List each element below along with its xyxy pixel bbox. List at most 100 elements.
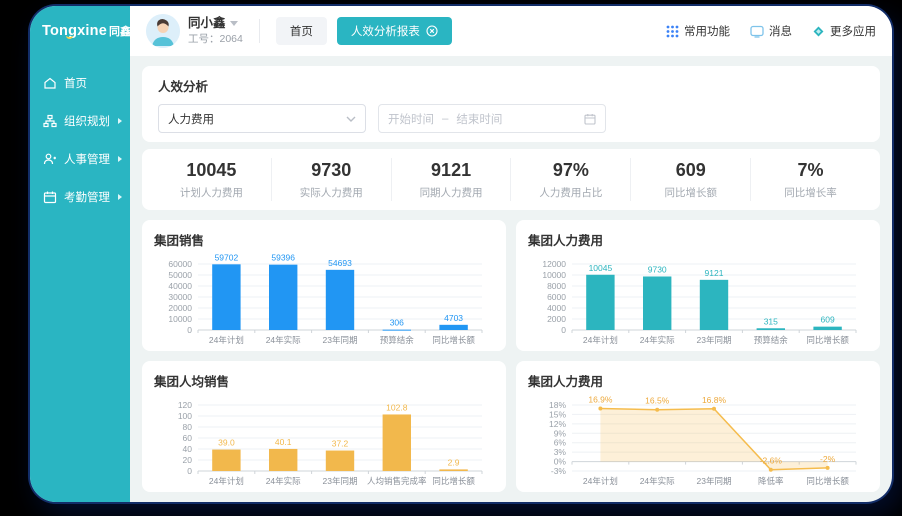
user-employee-id: 工号：2064 <box>188 33 243 46</box>
chart-title: 集团人均销售 <box>154 371 494 390</box>
stat-value: 10045 <box>152 160 271 181</box>
filter-row: 人力费用 开始时间 – 结束时间 <box>158 104 864 133</box>
svg-text:59702: 59702 <box>215 252 239 262</box>
svg-text:37.2: 37.2 <box>332 439 349 449</box>
user-name-row[interactable]: 同小鑫 <box>188 16 243 32</box>
tab-home[interactable]: 首页 <box>276 17 327 45</box>
stat-hr-cost-ratio: 97% 人力费用占比 <box>511 158 631 201</box>
stat-value: 7% <box>751 160 870 181</box>
svg-text:-2.6%: -2.6% <box>760 456 783 466</box>
svg-text:24年实际: 24年实际 <box>640 335 675 345</box>
chevron-down-icon <box>346 116 356 122</box>
svg-text:-2%: -2% <box>820 454 836 464</box>
svg-text:20000: 20000 <box>168 303 192 313</box>
svg-text:4000: 4000 <box>547 303 566 313</box>
svg-text:2.9: 2.9 <box>448 457 460 467</box>
svg-text:0: 0 <box>561 325 566 335</box>
svg-text:6000: 6000 <box>547 292 566 302</box>
tab-efficiency-report[interactable]: 人效分析报表 <box>337 17 452 45</box>
svg-text:人均销售完成率: 人均销售完成率 <box>367 476 427 486</box>
more-apps-button[interactable]: 更多应用 <box>812 23 876 39</box>
calendar-icon <box>43 190 57 204</box>
user-info: 同小鑫 工号：2064 <box>188 16 243 47</box>
avatar[interactable] <box>146 14 180 48</box>
user-name: 同小鑫 <box>188 16 226 32</box>
per-capita-sales-bar-chart[interactable]: 02040608010012024年计划24年实际23年同期人均销售完成率同比增… <box>154 390 494 488</box>
sidebar-item-hr-management[interactable]: 人事管理 <box>30 140 130 178</box>
svg-text:16.5%: 16.5% <box>645 396 670 406</box>
panel-title: 人效分析 <box>158 76 864 95</box>
svg-text:120: 120 <box>178 400 192 410</box>
svg-text:16.9%: 16.9% <box>588 394 613 404</box>
stat-actual-hr-cost: 9730 实际人力费用 <box>272 158 392 201</box>
svg-text:24年实际: 24年实际 <box>266 476 301 486</box>
svg-text:40: 40 <box>183 444 193 454</box>
action-label: 消息 <box>769 23 792 39</box>
chevron-right-icon <box>118 118 122 124</box>
stat-label: 实际人力费用 <box>272 185 391 200</box>
sidebar-item-attendance[interactable]: 考勤管理 <box>30 178 130 216</box>
chart-panel-per-capita-sales: 集团人均销售 02040608010012024年计划24年实际23年同期人均销… <box>142 361 506 492</box>
svg-text:3%: 3% <box>554 447 567 457</box>
chart-panel-hr-cost-rate: 集团人力费用 -3%0%3%6%9%12%15%18%24年计划24年实际23年… <box>516 361 880 492</box>
svg-text:102.8: 102.8 <box>386 402 408 412</box>
chart-title: 集团人力费用 <box>528 371 868 390</box>
sidebar-item-org-planning[interactable]: 组织规划 <box>30 102 130 140</box>
stat-value: 9730 <box>272 160 391 181</box>
close-icon[interactable] <box>426 25 438 37</box>
metric-select[interactable]: 人力费用 <box>158 104 366 133</box>
svg-text:预算结余: 预算结余 <box>380 335 415 345</box>
chart-title: 集团销售 <box>154 230 494 249</box>
logo-smile-mark <box>66 32 73 39</box>
svg-text:预算结余: 预算结余 <box>754 335 789 345</box>
end-date-placeholder: 结束时间 <box>456 111 502 127</box>
brand-logo: Tongxine同鑫 <box>30 6 130 54</box>
svg-text:20: 20 <box>183 455 193 465</box>
date-range-input[interactable]: 开始时间 – 结束时间 <box>378 104 606 133</box>
svg-text:50000: 50000 <box>168 270 192 280</box>
stat-value: 9121 <box>392 160 511 181</box>
tab-label: 人效分析报表 <box>351 23 420 39</box>
hr-cost-rate-line-chart[interactable]: -3%0%3%6%9%12%15%18%24年计划24年实际23年同期降低率同比… <box>528 390 868 488</box>
content-area: 人效分析 人力费用 开始时间 – 结束时间 10045 <box>130 56 892 502</box>
svg-text:24年计划: 24年计划 <box>209 335 244 345</box>
svg-text:同比增长额: 同比增长额 <box>806 476 849 486</box>
svg-text:降低率: 降低率 <box>758 476 784 486</box>
sidebar-item-home[interactable]: 首页 <box>30 64 130 102</box>
svg-text:同比增长额: 同比增长额 <box>432 476 475 486</box>
svg-text:8000: 8000 <box>547 281 566 291</box>
calendar-icon <box>584 113 596 125</box>
stat-value: 97% <box>511 160 630 181</box>
start-date-placeholder: 开始时间 <box>388 111 434 127</box>
stat-label: 同比增长率 <box>751 185 870 200</box>
svg-text:306: 306 <box>390 318 404 328</box>
sidebar-item-label: 人事管理 <box>64 151 110 167</box>
svg-text:同比增长额: 同比增长额 <box>432 335 475 345</box>
svg-text:2000: 2000 <box>547 314 566 324</box>
stat-label: 人力费用占比 <box>511 185 630 200</box>
svg-text:0: 0 <box>187 466 192 476</box>
svg-text:6%: 6% <box>554 438 567 448</box>
sidebar-item-label: 组织规划 <box>64 113 110 129</box>
svg-text:10000: 10000 <box>168 314 192 324</box>
group-hr-cost-bar-chart[interactable]: 02000400060008000100001200024年计划24年实际23年… <box>528 249 868 347</box>
metric-select-value: 人力费用 <box>168 111 214 127</box>
svg-text:10045: 10045 <box>589 263 613 273</box>
stat-label: 同比增长额 <box>631 185 750 200</box>
action-label: 常用功能 <box>684 23 730 39</box>
svg-text:同比增长额: 同比增长额 <box>806 335 849 345</box>
stat-planned-hr-cost: 10045 计划人力费用 <box>152 158 272 201</box>
svg-text:24年计划: 24年计划 <box>583 335 618 345</box>
svg-text:12000: 12000 <box>542 259 566 269</box>
chart-panel-group-hr-cost: 集团人力费用 02000400060008000100001200024年计划2… <box>516 220 880 351</box>
common-functions-button[interactable]: 常用功能 <box>666 23 730 39</box>
svg-text:60: 60 <box>183 433 193 443</box>
people-icon <box>43 152 57 166</box>
svg-text:12%: 12% <box>549 419 566 429</box>
group-sales-bar-chart[interactable]: 010000200003000040000500006000024年计划24年实… <box>154 249 494 347</box>
header-actions: 常用功能 消息 更多应用 <box>666 23 876 39</box>
svg-text:315: 315 <box>764 316 778 326</box>
messages-button[interactable]: 消息 <box>750 23 792 39</box>
svg-text:10000: 10000 <box>542 270 566 280</box>
brand-name-cn: 同鑫 <box>109 26 131 38</box>
